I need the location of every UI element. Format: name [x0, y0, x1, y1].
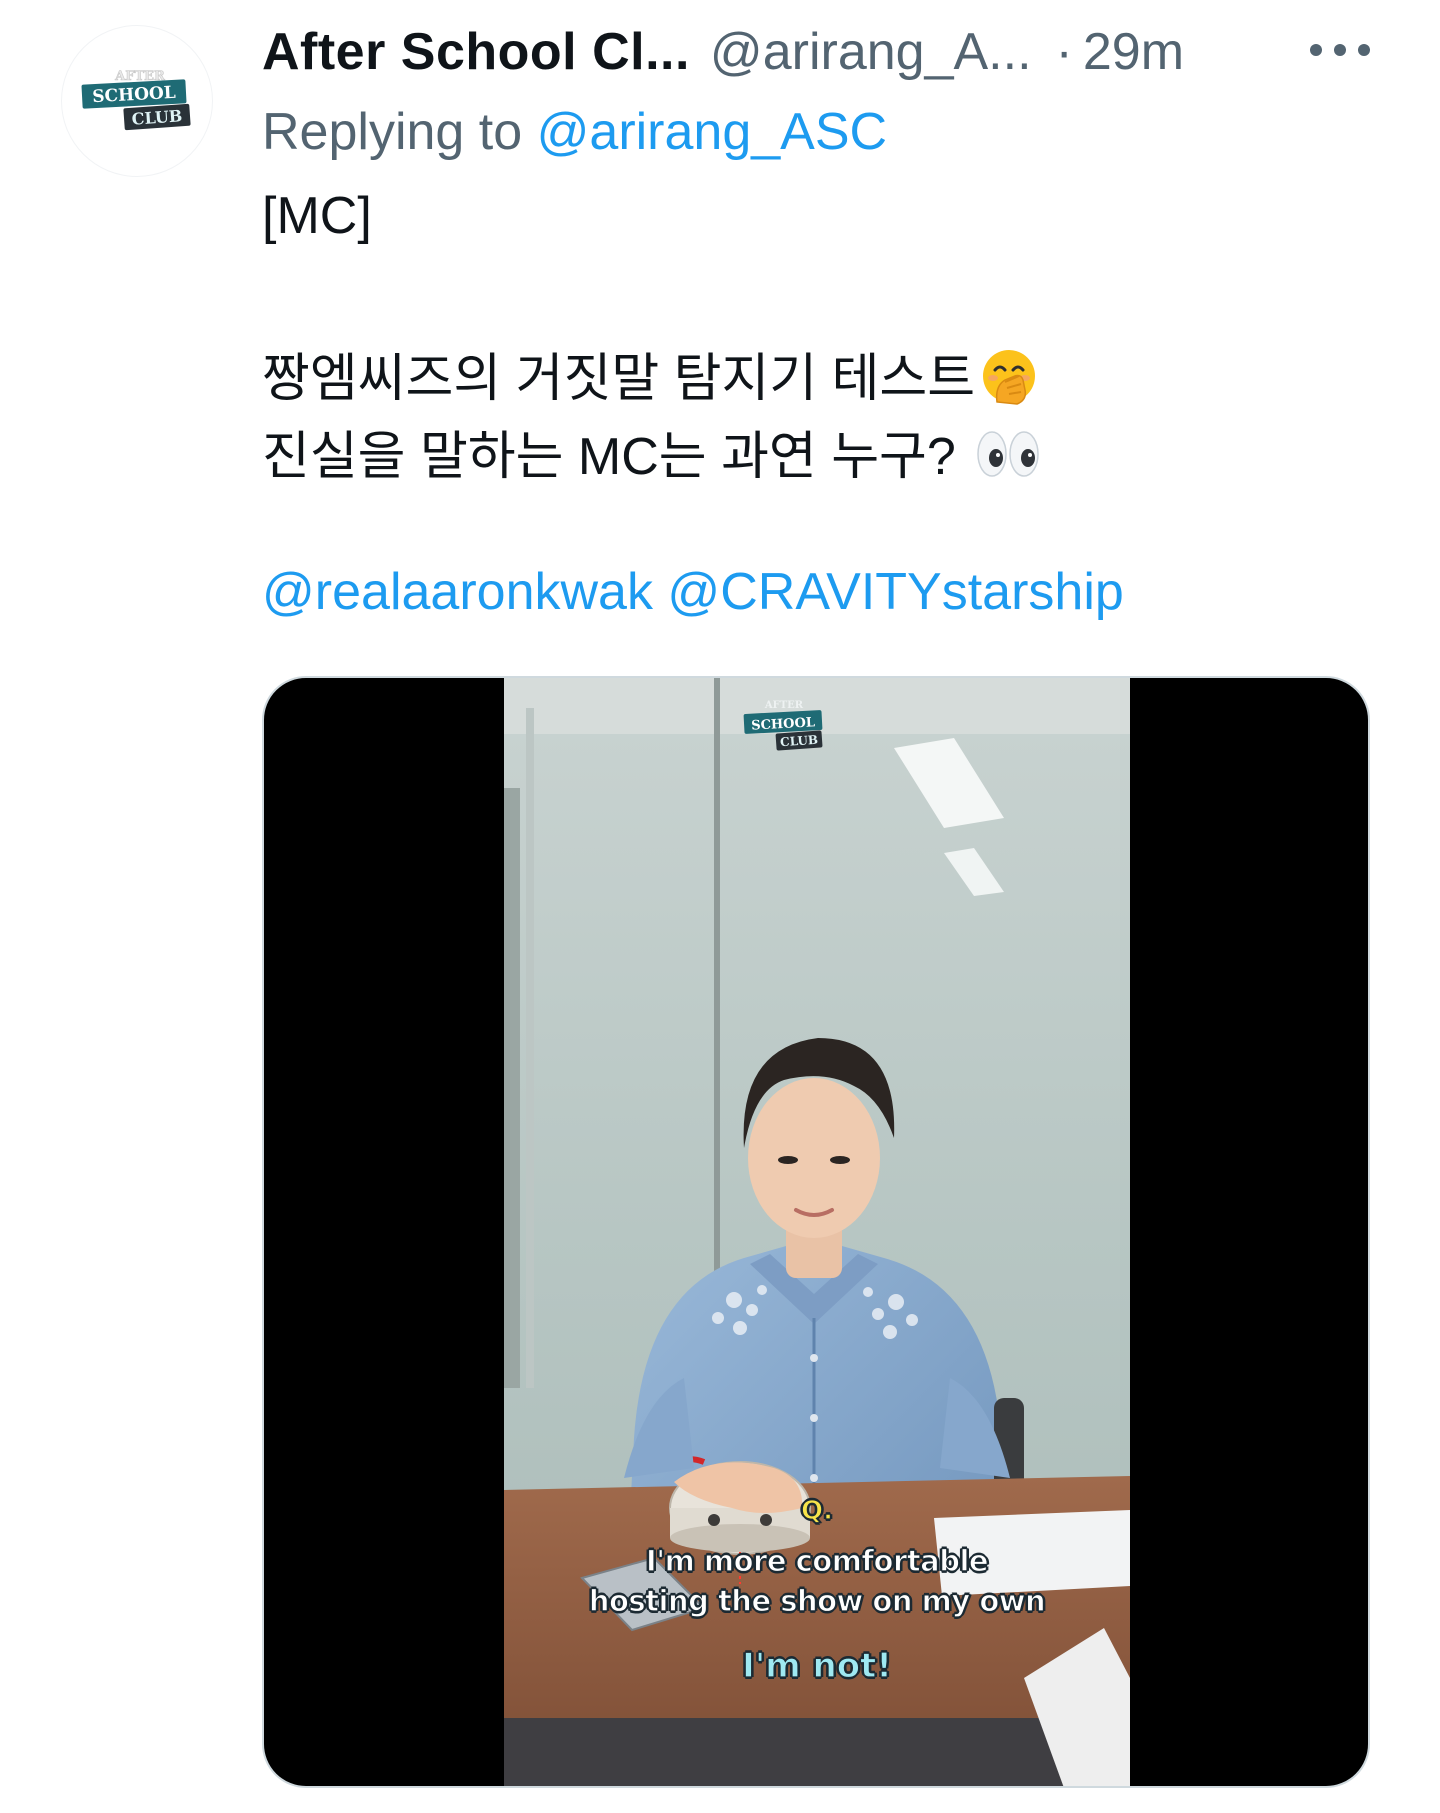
eyes-emoji-icon [974, 424, 1042, 497]
watermark-line-3: CLUB [780, 733, 819, 750]
replying-to-link[interactable]: @arirang_ASC [537, 103, 888, 161]
caption-answer: I'm not! [742, 1645, 893, 1686]
logo-line-3: CLUB [131, 106, 183, 128]
tweet[interactable]: AFTER SCHOOL CLUB After School Cl... @ar… [0, 0, 1440, 1813]
video-thumbnail-image: AFTER SCHOOL CLUB [504, 678, 1130, 1786]
tweet-header: After School Cl... @arirang_A... · 29m [262, 20, 1184, 84]
avatar[interactable]: AFTER SCHOOL CLUB [62, 26, 212, 176]
timestamp[interactable]: 29m [1083, 22, 1184, 82]
tweet-text-line-1: [MC] [262, 187, 372, 245]
user-handle[interactable]: @arirang_A... [710, 22, 1032, 82]
watermark-line-1: AFTER [764, 700, 804, 711]
more-options-button[interactable] [1308, 30, 1372, 70]
tweet-text-line-2: 짱엠씨즈의 거짓말 탐지기 테스트 [262, 336, 1039, 419]
more-horizontal-icon [1310, 44, 1370, 56]
caption-q-label: Q. [800, 1495, 833, 1526]
separator-dot: · [1055, 23, 1073, 81]
replying-to: Replying to @arirang_ASC [262, 102, 887, 162]
replying-to-prefix: Replying to [262, 103, 523, 161]
tweet-text-line-3-text: 진실을 말하는 MC는 과연 누구? [262, 428, 956, 486]
mention-link-2[interactable]: @CRAVITYstarship [667, 563, 1123, 621]
mentions: @realaaronkwak @CRAVITYstarship [262, 562, 1124, 622]
media-video[interactable]: AFTER SCHOOL CLUB Q. I'm more comfortabl… [262, 676, 1370, 1788]
mention-link-1[interactable]: @realaaronkwak [262, 563, 653, 621]
caption-line-1: I'm more comfortable [645, 1543, 989, 1578]
display-name[interactable]: After School Cl... [262, 22, 690, 82]
tweet-text-line-3: 진실을 말하는 MC는 과연 누구? [262, 414, 1042, 497]
tweet-text-line-2-text: 짱엠씨즈의 거짓말 탐지기 테스트 [262, 350, 976, 408]
caption-line-2: hosting the show on my own [588, 1583, 1046, 1618]
after-school-club-logo: AFTER SCHOOL CLUB [81, 69, 191, 131]
hand-over-mouth-emoji-icon [979, 346, 1039, 419]
video-frame: AFTER SCHOOL CLUB Q. I'm more comfortabl… [504, 678, 1130, 1786]
